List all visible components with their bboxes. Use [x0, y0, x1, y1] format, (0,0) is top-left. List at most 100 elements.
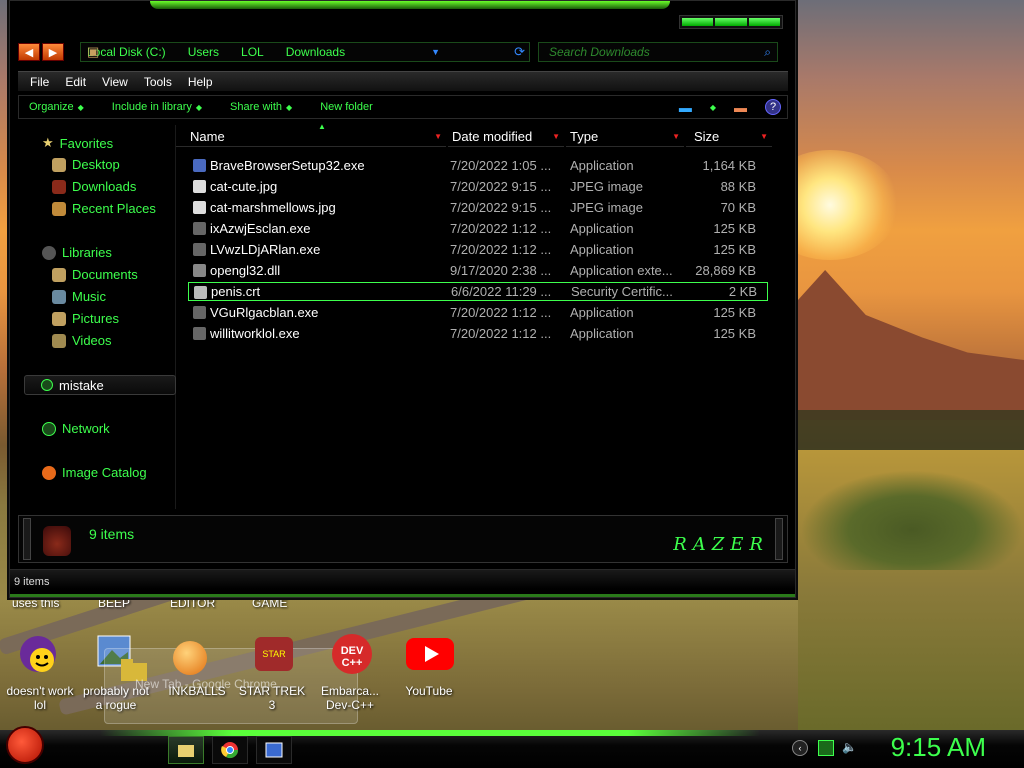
- nav-image-catalog[interactable]: Image Catalog: [42, 465, 147, 480]
- taskbar-app-button[interactable]: [256, 736, 292, 764]
- file-row[interactable]: VGuRlgacblan.exe 7/20/2022 1:12 ... Applic…: [188, 303, 768, 322]
- file-date: 9/17/2020 2:38 ...: [450, 263, 552, 278]
- preview-pane-icon[interactable]: ▬: [734, 100, 747, 115]
- search-input[interactable]: Search Downloads ⌕: [538, 42, 778, 62]
- file-row[interactable]: cat-cute.jpg 7/20/2022 9:15 ... JPEG image…: [188, 177, 768, 196]
- tray-arrow-icon[interactable]: ‹: [792, 740, 808, 756]
- back-button[interactable]: ◀: [18, 43, 40, 61]
- desktop-icon-label[interactable]: STAR TREK 3: [236, 684, 308, 712]
- dev-cpp-icon[interactable]: DEV C++: [330, 632, 374, 676]
- window-bottom-edge: [10, 594, 795, 597]
- tray-volume-muted-icon[interactable]: 🔈: [842, 740, 858, 756]
- file-icon: [193, 201, 206, 214]
- file-row[interactable]: opengl32.dll 9/17/2020 2:38 ... Applicatio…: [188, 261, 768, 280]
- nav-recent-places[interactable]: Recent Places: [52, 201, 156, 216]
- taskbar-explorer-button[interactable]: [168, 736, 204, 764]
- tray-network-icon[interactable]: [818, 740, 834, 756]
- column-type[interactable]: Type ▼: [566, 127, 684, 147]
- explorer-window[interactable]: ◀ ▶ ▣ Local Disk (C:) Users LOL Download…: [9, 0, 796, 598]
- file-row[interactable]: BraveBrowserSetup32.exe 7/20/2022 1:05 ..…: [188, 156, 768, 175]
- minimize-button[interactable]: [682, 18, 714, 26]
- breadcrumb-item[interactable]: Downloads: [286, 45, 345, 59]
- nav-libraries[interactable]: Libraries: [42, 245, 112, 260]
- nav-pictures[interactable]: Pictures: [52, 311, 119, 326]
- desktop-label[interactable]: GAME: [252, 596, 287, 610]
- address-bar[interactable]: ▣ Local Disk (C:) Users LOL Downloads ▼ …: [80, 42, 530, 62]
- file-size: 2 KB: [728, 284, 757, 299]
- organize-button[interactable]: Organize ◆: [29, 101, 84, 113]
- share-with-button[interactable]: Share with ◆: [230, 101, 292, 113]
- file-row[interactable]: LVwzLDjARlan.exe 7/20/2022 1:12 ... Applic…: [188, 240, 768, 259]
- chevron-down-icon[interactable]: ▼: [431, 47, 440, 57]
- column-name[interactable]: Name ▼: [176, 127, 446, 147]
- details-pane: 9 items RAZER: [18, 515, 788, 563]
- nav-downloads[interactable]: Downloads: [52, 179, 136, 194]
- window-icon: [265, 742, 283, 758]
- caption-buttons[interactable]: [679, 15, 783, 29]
- yahoo-messenger-icon[interactable]: [16, 632, 56, 672]
- file-date: 7/20/2022 9:15 ...: [450, 179, 552, 194]
- nav-videos[interactable]: Videos: [52, 333, 112, 348]
- breadcrumb-item[interactable]: LOL: [241, 45, 264, 59]
- clock[interactable]: 9:15 AM: [891, 732, 986, 763]
- column-dropdown-icon[interactable]: ▼: [672, 132, 680, 141]
- menu-help[interactable]: Help: [188, 75, 213, 89]
- file-row[interactable]: willitworklol.exe 7/20/2022 1:12 ... Appli…: [188, 324, 768, 343]
- youtube-icon[interactable]: [406, 636, 454, 672]
- file-row[interactable]: penis.crt 6/6/2022 11:29 ... Security Cert…: [188, 282, 768, 301]
- desktop-label[interactable]: EDITOR: [170, 596, 215, 610]
- file-type: Application: [570, 221, 634, 236]
- image-catalog-icon: [42, 465, 56, 480]
- command-bar: Organize ◆ Include in library ◆ Share with…: [18, 95, 788, 119]
- file-size: 125 KB: [713, 305, 756, 320]
- nav-favorites[interactable]: ★ Favorites: [42, 135, 113, 151]
- desktop-icon-label[interactable]: YouTube: [396, 684, 462, 698]
- nav-desktop[interactable]: Desktop: [52, 157, 120, 172]
- view-icon[interactable]: ▬: [679, 100, 692, 115]
- column-date-modified[interactable]: Date modified ▼: [448, 127, 564, 147]
- maximize-button[interactable]: [715, 18, 747, 26]
- desktop-icon: [52, 157, 66, 172]
- nav-homegroup[interactable]: mistake: [24, 375, 176, 395]
- forward-button[interactable]: ▶: [42, 43, 64, 61]
- close-button[interactable]: [748, 18, 780, 26]
- desktop-icon-label[interactable]: Embarca... Dev-C++: [312, 684, 388, 712]
- nav-network[interactable]: Network: [42, 421, 110, 436]
- menu-edit[interactable]: Edit: [65, 75, 86, 89]
- wallpaper-mountain: [798, 270, 1024, 420]
- start-button[interactable]: [6, 726, 44, 764]
- file-icon: [193, 222, 206, 235]
- taskbar-chrome-button[interactable]: [212, 736, 248, 764]
- menu-view[interactable]: View: [102, 75, 128, 89]
- desktop-label[interactable]: uses this: [12, 596, 59, 610]
- file-type: Application: [570, 158, 634, 173]
- file-type: Application: [570, 326, 634, 341]
- file-type: JPEG image: [570, 179, 643, 194]
- search-placeholder: Search Downloads: [549, 45, 650, 59]
- column-size[interactable]: Size ▼: [686, 127, 772, 147]
- star-icon: ★: [42, 135, 54, 150]
- folder-icon: [178, 745, 194, 757]
- new-folder-button[interactable]: New folder: [320, 101, 373, 113]
- desktop-label[interactable]: BEEP: [98, 596, 130, 610]
- help-icon[interactable]: ?: [765, 99, 781, 115]
- column-dropdown-icon[interactable]: ▼: [434, 132, 442, 141]
- breadcrumb-item[interactable]: Users: [188, 45, 219, 59]
- file-size: 125 KB: [713, 242, 756, 257]
- column-dropdown-icon[interactable]: ▼: [552, 132, 560, 141]
- file-type: Application: [570, 305, 634, 320]
- file-name: cat-marshmellows.jpg: [210, 200, 336, 215]
- column-dropdown-icon[interactable]: ▼: [760, 132, 768, 141]
- menu-tools[interactable]: Tools: [144, 75, 172, 89]
- nav-music[interactable]: Music: [52, 289, 106, 304]
- file-size: 125 KB: [713, 221, 756, 236]
- desktop-icon-label[interactable]: INKBALLS: [162, 684, 232, 698]
- file-row[interactable]: ixAzwjEsclan.exe 7/20/2022 1:12 ... Applic…: [188, 219, 768, 238]
- include-in-library-button[interactable]: Include in library ◆: [112, 101, 202, 113]
- desktop-icon-label[interactable]: doesn't work lol: [2, 684, 78, 712]
- file-row[interactable]: cat-marshmellows.jpg 7/20/2022 9:15 ... JP…: [188, 198, 768, 217]
- view-options-icon[interactable]: ◆: [710, 103, 716, 112]
- refresh-icon[interactable]: ⟳: [514, 44, 525, 60]
- nav-documents[interactable]: Documents: [52, 267, 138, 282]
- menu-file[interactable]: File: [30, 75, 49, 89]
